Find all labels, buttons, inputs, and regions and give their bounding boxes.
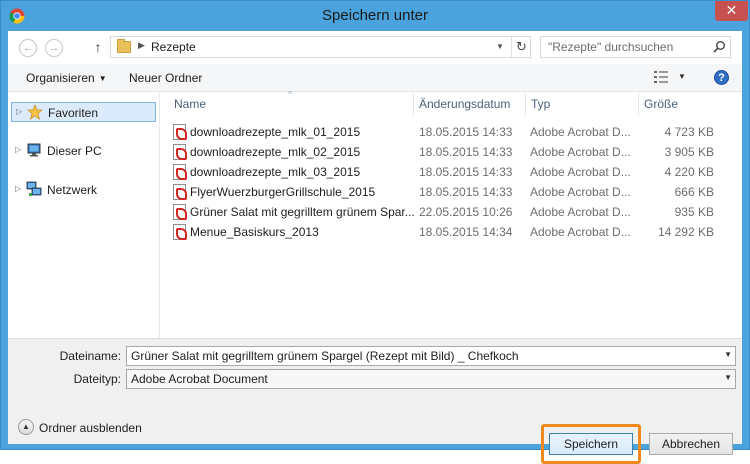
- command-bar: Organisieren ▼ Neuer Ordner ▼ ?: [8, 64, 742, 92]
- file-date: 18.05.2015 14:33: [419, 125, 513, 139]
- address-history-dropdown[interactable]: ▼: [494, 40, 506, 54]
- file-size: 935 KB: [674, 205, 714, 219]
- file-size: 3 905 KB: [664, 145, 714, 159]
- file-size: 4 220 KB: [664, 165, 714, 179]
- back-button[interactable]: ←: [19, 39, 37, 57]
- sort-ascending-icon: ^: [288, 90, 292, 99]
- nav-item-label: Favoriten: [48, 106, 99, 120]
- expand-icon[interactable]: ▷: [16, 107, 22, 116]
- up-button[interactable]: ↑: [91, 39, 105, 57]
- nav-item-dieser-pc[interactable]: ▷ Dieser PC: [11, 141, 156, 161]
- save-as-dialog: Speichern unter ✕ ← → ↑ ▶ Rezepte ▼ ↻ "R…: [0, 0, 750, 464]
- collapse-icon: ▲: [18, 419, 34, 435]
- file-list: ^ Name Änderungsdatum Typ Größe download…: [161, 90, 742, 338]
- file-name: downloadrezepte_mlk_03_2015: [190, 165, 361, 179]
- view-options-icon[interactable]: [653, 70, 669, 84]
- file-row[interactable]: downloadrezepte_mlk_03_2015 18.05.2015 1…: [173, 162, 733, 182]
- file-type: Adobe Acrobat D...: [530, 145, 631, 159]
- help-icon[interactable]: ?: [714, 70, 729, 85]
- file-row[interactable]: downloadrezepte_mlk_01_2015 18.05.2015 1…: [173, 122, 733, 142]
- folder-icon: [117, 39, 131, 53]
- file-type: Adobe Acrobat D...: [530, 165, 631, 179]
- file-name: Menue_Basiskurs_2013: [190, 225, 319, 239]
- window-title: Speichern unter: [322, 7, 428, 24]
- column-header-date[interactable]: Änderungsdatum: [419, 97, 510, 111]
- chevron-down-icon: ▼: [724, 373, 732, 382]
- file-row[interactable]: Grüner Salat mit gegrilltem grünem Spar.…: [173, 202, 733, 222]
- file-size: 14 292 KB: [657, 225, 714, 239]
- filename-field[interactable]: Grüner Salat mit gegrilltem grünem Sparg…: [126, 346, 736, 366]
- file-row[interactable]: FlyerWuerzburgerGrillschule_2015 18.05.2…: [173, 182, 733, 202]
- star-icon: [27, 104, 43, 120]
- file-row[interactable]: downloadrezepte_mlk_02_2015 18.05.2015 1…: [173, 142, 733, 162]
- column-header-row: ^ Name Änderungsdatum Typ Größe: [161, 90, 742, 115]
- new-folder-button[interactable]: Neuer Ordner: [129, 71, 202, 85]
- navigation-pane: ▷ Favoriten ▷ Dieser PC ▷ Netzwerk: [8, 93, 160, 338]
- pdf-file-icon: [173, 204, 187, 220]
- file-name: downloadrezepte_mlk_01_2015: [190, 125, 361, 139]
- pdf-file-icon: [173, 224, 187, 240]
- close-button[interactable]: ✕: [715, 1, 748, 21]
- save-form: Dateiname: Grüner Salat mit gegrilltem g…: [8, 338, 742, 464]
- pdf-file-icon: [173, 144, 187, 160]
- file-date: 18.05.2015 14:33: [419, 165, 513, 179]
- hide-folders-label: Ordner ausblenden: [39, 421, 142, 435]
- expand-icon[interactable]: ▷: [15, 145, 21, 154]
- filetype-select[interactable]: Adobe Acrobat Document ▼: [126, 369, 736, 389]
- nav-item-favoriten[interactable]: ▷ Favoriten: [11, 102, 156, 122]
- cancel-button[interactable]: Abbrechen: [649, 433, 733, 455]
- pdf-file-icon: [173, 164, 187, 180]
- dialog-body: ← → ↑ ▶ Rezepte ▼ ↻ "Rezepte" durchsuche…: [8, 31, 742, 464]
- nav-item-netzwerk[interactable]: ▷ Netzwerk: [11, 180, 156, 200]
- file-type: Adobe Acrobat D...: [530, 125, 631, 139]
- chevron-down-icon: ▼: [98, 74, 107, 83]
- file-size: 4 723 KB: [664, 125, 714, 139]
- address-bar[interactable]: ▶ Rezepte ▼ ↻: [110, 36, 531, 58]
- file-type: Adobe Acrobat D...: [530, 205, 631, 219]
- column-divider[interactable]: [638, 93, 639, 115]
- save-button[interactable]: Speichern: [549, 433, 633, 455]
- forward-button[interactable]: →: [45, 39, 63, 57]
- search-placeholder: "Rezepte" durchsuchen: [548, 40, 674, 54]
- network-icon: [26, 181, 42, 196]
- file-size: 666 KB: [674, 185, 714, 199]
- column-divider[interactable]: [525, 93, 526, 115]
- file-name: FlyerWuerzburgerGrillschule_2015: [190, 185, 376, 199]
- computer-icon: [27, 143, 41, 157]
- filename-value: Grüner Salat mit gegrilltem grünem Sparg…: [131, 349, 519, 363]
- file-date: 18.05.2015 14:33: [419, 185, 513, 199]
- file-name: Grüner Salat mit gegrilltem grünem Spar.…: [190, 205, 415, 219]
- column-header-name[interactable]: Name: [174, 97, 206, 111]
- column-divider[interactable]: [413, 93, 414, 115]
- file-type: Adobe Acrobat D...: [530, 225, 631, 239]
- breadcrumb[interactable]: Rezepte: [151, 40, 196, 54]
- file-row[interactable]: Menue_Basiskurs_2013 18.05.2015 14:34 Ad…: [173, 222, 733, 242]
- title-bar[interactable]: Speichern unter ✕: [1, 1, 749, 31]
- pdf-file-icon: [173, 184, 187, 200]
- nav-item-label: Netzwerk: [47, 183, 98, 197]
- expand-icon[interactable]: ▷: [15, 184, 21, 193]
- organize-label: Organisieren: [26, 71, 95, 85]
- file-date: 18.05.2015 14:33: [419, 145, 513, 159]
- filetype-value: Adobe Acrobat Document: [131, 372, 268, 386]
- nav-item-label: Dieser PC: [47, 144, 102, 158]
- column-header-type[interactable]: Typ: [531, 97, 550, 111]
- filename-label: Dateiname:: [59, 349, 121, 363]
- chevron-down-icon[interactable]: ▼: [724, 350, 732, 359]
- filetype-label: Dateityp:: [73, 372, 121, 386]
- pdf-file-icon: [173, 124, 187, 140]
- file-date: 22.05.2015 10:26: [419, 205, 513, 219]
- view-dropdown-icon[interactable]: ▼: [678, 72, 686, 81]
- organize-button[interactable]: Organisieren ▼: [26, 71, 107, 85]
- breadcrumb-separator-icon[interactable]: ▶: [138, 40, 145, 51]
- address-row: ← → ↑ ▶ Rezepte ▼ ↻ "Rezepte" durchsuche…: [8, 31, 742, 64]
- file-type: Adobe Acrobat D...: [530, 185, 631, 199]
- column-header-size[interactable]: Größe: [644, 97, 678, 111]
- search-input[interactable]: "Rezepte" durchsuchen: [540, 36, 731, 58]
- refresh-button[interactable]: ↻: [511, 37, 531, 57]
- search-icon[interactable]: [711, 39, 727, 55]
- file-name: downloadrezepte_mlk_02_2015: [190, 145, 361, 159]
- file-date: 18.05.2015 14:34: [419, 225, 513, 239]
